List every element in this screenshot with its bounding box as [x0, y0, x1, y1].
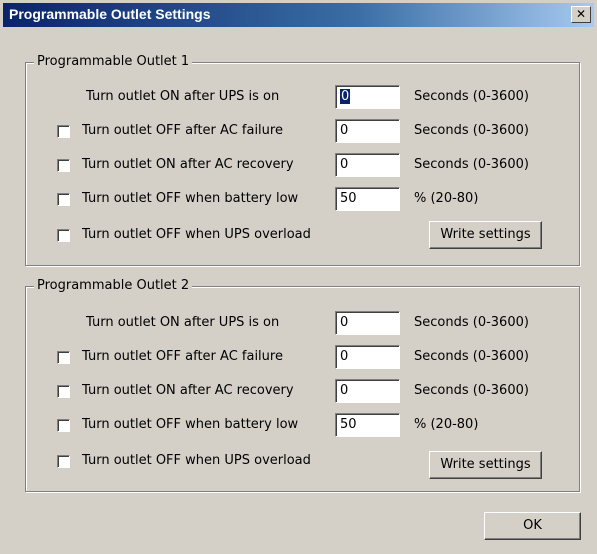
outlet-1-off-after-ac-failure-input[interactable]: 0 — [335, 119, 400, 143]
outlet-1-off-battery-low-label: Turn outlet OFF when battery low — [82, 191, 299, 206]
outlet-1-off-overload-label: Turn outlet OFF when UPS overload — [82, 227, 311, 242]
outlet-2-on-after-ups-input[interactable]: 0 — [335, 311, 400, 335]
outlet-1-off-overload-row: Turn outlet OFF when UPS overload Write … — [26, 221, 579, 251]
outlet-2-on-after-ac-recovery-units: Seconds (0-3600) — [414, 383, 529, 398]
close-icon: ✕ — [575, 7, 587, 21]
outlet-2-off-battery-low-input[interactable]: 50 — [335, 413, 400, 437]
outlet-1-group: Programmable Outlet 1 Turn outlet ON aft… — [25, 54, 580, 266]
outlet-2-off-overload-checkbox[interactable] — [57, 455, 70, 468]
outlet-2-write-settings-button[interactable]: Write settings — [429, 451, 542, 479]
outlet-1-off-after-ac-failure-label: Turn outlet OFF after AC failure — [82, 123, 283, 138]
outlet-2-on-after-ups-row: Turn outlet ON after UPS is on 0 Seconds… — [26, 311, 579, 335]
title-bar[interactable]: Programmable Outlet Settings ✕ — [3, 3, 594, 27]
outlet-1-on-after-ac-recovery-input[interactable]: 0 — [335, 153, 400, 177]
outlet-1-off-overload-checkbox[interactable] — [57, 229, 70, 242]
outlet-1-on-after-ups-label: Turn outlet ON after UPS is on — [86, 89, 280, 104]
window-title: Programmable Outlet Settings — [9, 6, 211, 22]
outlet-1-off-after-ac-failure-units: Seconds (0-3600) — [414, 123, 529, 138]
outlet-2-off-overload-row: Turn outlet OFF when UPS overload Write … — [26, 449, 579, 479]
outlet-2-off-battery-low-units: % (20-80) — [414, 417, 479, 432]
outlet-1-off-battery-low-units: % (20-80) — [414, 191, 479, 206]
outlet-2-on-after-ac-recovery-label: Turn outlet ON after AC recovery — [82, 383, 294, 398]
close-button[interactable]: ✕ — [571, 6, 591, 23]
outlet-2-off-after-ac-failure-input[interactable]: 0 — [335, 345, 400, 369]
outlet-2-off-battery-low-checkbox[interactable] — [57, 419, 70, 432]
outlet-2-off-after-ac-failure-label: Turn outlet OFF after AC failure — [82, 349, 283, 364]
outlet-2-on-after-ac-recovery-row: Turn outlet ON after AC recovery 0 Secon… — [26, 379, 579, 403]
outlet-2-on-after-ac-recovery-input[interactable]: 0 — [335, 379, 400, 403]
outlet-1-off-battery-low-checkbox[interactable] — [57, 193, 70, 206]
outlet-1-on-after-ups-row: Turn outlet ON after UPS is on 0 Seconds… — [26, 85, 579, 109]
ok-button[interactable]: OK — [484, 512, 581, 540]
outlet-1-on-after-ac-recovery-checkbox[interactable] — [57, 159, 70, 172]
outlet-1-on-after-ac-recovery-row: Turn outlet ON after AC recovery 0 Secon… — [26, 153, 579, 177]
outlet-2-on-after-ac-recovery-checkbox[interactable] — [57, 385, 70, 398]
outlet-1-off-after-ac-failure-checkbox[interactable] — [57, 125, 70, 138]
outlet-1-on-after-ups-units: Seconds (0-3600) — [414, 89, 529, 104]
outlet-2-off-after-ac-failure-row: Turn outlet OFF after AC failure 0 Secon… — [26, 345, 579, 369]
outlet-1-on-after-ups-input[interactable]: 0 — [335, 85, 400, 109]
outlet-2-off-battery-low-row: Turn outlet OFF when battery low 50 % (2… — [26, 413, 579, 437]
outlet-2-off-overload-label: Turn outlet OFF when UPS overload — [82, 453, 311, 468]
outlet-2-on-after-ups-units: Seconds (0-3600) — [414, 315, 529, 330]
outlet-2-group: Programmable Outlet 2 Turn outlet ON aft… — [25, 278, 580, 492]
outlet-1-legend: Programmable Outlet 1 — [34, 54, 193, 69]
outlet-1-off-battery-low-row: Turn outlet OFF when battery low 50 % (2… — [26, 187, 579, 211]
outlet-2-off-after-ac-failure-checkbox[interactable] — [57, 351, 70, 364]
outlet-1-on-after-ac-recovery-units: Seconds (0-3600) — [414, 157, 529, 172]
outlet-2-on-after-ups-label: Turn outlet ON after UPS is on — [86, 315, 280, 330]
outlet-1-write-settings-button[interactable]: Write settings — [429, 221, 542, 249]
outlet-2-off-battery-low-label: Turn outlet OFF when battery low — [82, 417, 299, 432]
outlet-1-off-after-ac-failure-row: Turn outlet OFF after AC failure 0 Secon… — [26, 119, 579, 143]
outlet-2-legend: Programmable Outlet 2 — [34, 278, 193, 293]
outlet-1-on-after-ac-recovery-label: Turn outlet ON after AC recovery — [82, 157, 294, 172]
settings-dialog: Programmable Outlet Settings ✕ Programma… — [0, 0, 597, 554]
outlet-2-off-after-ac-failure-units: Seconds (0-3600) — [414, 349, 529, 364]
outlet-1-off-battery-low-input[interactable]: 50 — [335, 187, 400, 211]
